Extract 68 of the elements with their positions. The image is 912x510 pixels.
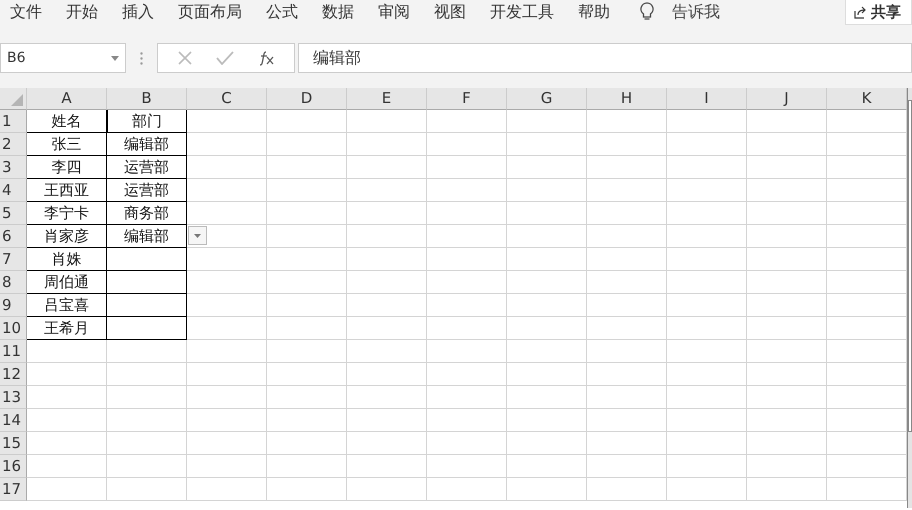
- table-cell: 肖家彦: [27, 225, 107, 248]
- row-header[interactable]: 4: [0, 179, 27, 202]
- row-header[interactable]: 5: [0, 202, 27, 225]
- column-header[interactable]: E: [347, 88, 427, 110]
- menu-item[interactable]: 页面布局: [178, 2, 242, 22]
- row-header[interactable]: 2: [0, 133, 27, 156]
- column-header[interactable]: I: [667, 88, 747, 110]
- table-cell: 王西亚: [27, 179, 107, 202]
- column-header[interactable]: B: [107, 88, 187, 110]
- row-header[interactable]: 12: [0, 363, 27, 386]
- table-cell: 运营部: [107, 156, 187, 179]
- column-header[interactable]: F: [427, 88, 507, 110]
- formula-field[interactable]: 编辑部: [298, 43, 912, 73]
- checkmark-icon[interactable]: [216, 51, 234, 65]
- menu-item[interactable]: 数据: [322, 2, 354, 22]
- row-header[interactable]: 3: [0, 156, 27, 179]
- row-header[interactable]: 6: [0, 225, 27, 248]
- table-cell: 李宁卡: [27, 202, 107, 225]
- table-cell: 李四: [27, 156, 107, 179]
- grip-icon: [140, 52, 143, 64]
- table-cell: 编辑部: [107, 225, 187, 248]
- menu-item[interactable]: 开始: [66, 2, 98, 22]
- column-header[interactable]: A: [27, 88, 107, 110]
- row-header[interactable]: 13: [0, 386, 27, 409]
- table-cell: 编辑部: [107, 133, 187, 156]
- menu-item[interactable]: 插入: [122, 2, 154, 22]
- row-header[interactable]: 7: [0, 248, 27, 271]
- cell-dropdown-button[interactable]: [188, 226, 207, 245]
- table-cell: 肖姝: [27, 248, 107, 271]
- column-header[interactable]: G: [507, 88, 587, 110]
- table-cell: 王希月: [27, 317, 107, 340]
- dropdown-arrow-icon: [111, 56, 119, 60]
- lightbulb-icon: [640, 2, 654, 22]
- row-header[interactable]: 11: [0, 340, 27, 363]
- table-cell: 运营部: [107, 179, 187, 202]
- cancel-icon[interactable]: [177, 50, 194, 66]
- table-cell: 商务部: [107, 202, 187, 225]
- table-cell: 周伯通: [27, 271, 107, 294]
- tell-me-search[interactable]: 告诉我: [672, 2, 720, 22]
- column-header[interactable]: J: [747, 88, 827, 110]
- row-header[interactable]: 9: [0, 294, 27, 317]
- select-all-corner[interactable]: [0, 88, 27, 110]
- row-header[interactable]: 10: [0, 317, 27, 340]
- menu-item[interactable]: 文件: [10, 2, 42, 22]
- row-header[interactable]: 1: [0, 110, 27, 133]
- menu-item[interactable]: 公式: [266, 2, 298, 22]
- name-box[interactable]: B6: [0, 43, 126, 73]
- column-header[interactable]: H: [587, 88, 667, 110]
- table-cell: 姓名: [27, 110, 107, 133]
- row-header[interactable]: 15: [0, 432, 27, 455]
- corner-triangle-icon: [11, 94, 23, 106]
- caret-icon: [194, 234, 201, 238]
- column-header[interactable]: D: [267, 88, 347, 110]
- menu-item[interactable]: 视图: [434, 2, 466, 22]
- column-header[interactable]: K: [827, 88, 907, 110]
- row-header[interactable]: 8: [0, 271, 27, 294]
- row-header[interactable]: 14: [0, 409, 27, 432]
- share-icon: [854, 6, 867, 18]
- row-header[interactable]: 17: [0, 478, 27, 501]
- menu-item[interactable]: 帮助: [578, 2, 610, 22]
- share-button[interactable]: 共享: [845, 0, 912, 25]
- table-cell: 吕宝喜: [27, 294, 107, 317]
- menu-item[interactable]: 审阅: [378, 2, 410, 22]
- row-header[interactable]: 16: [0, 455, 27, 478]
- column-header[interactable]: C: [187, 88, 267, 110]
- menu-item[interactable]: 开发工具: [490, 2, 554, 22]
- table-cell: 部门: [107, 110, 187, 133]
- table-cell: 张三: [27, 133, 107, 156]
